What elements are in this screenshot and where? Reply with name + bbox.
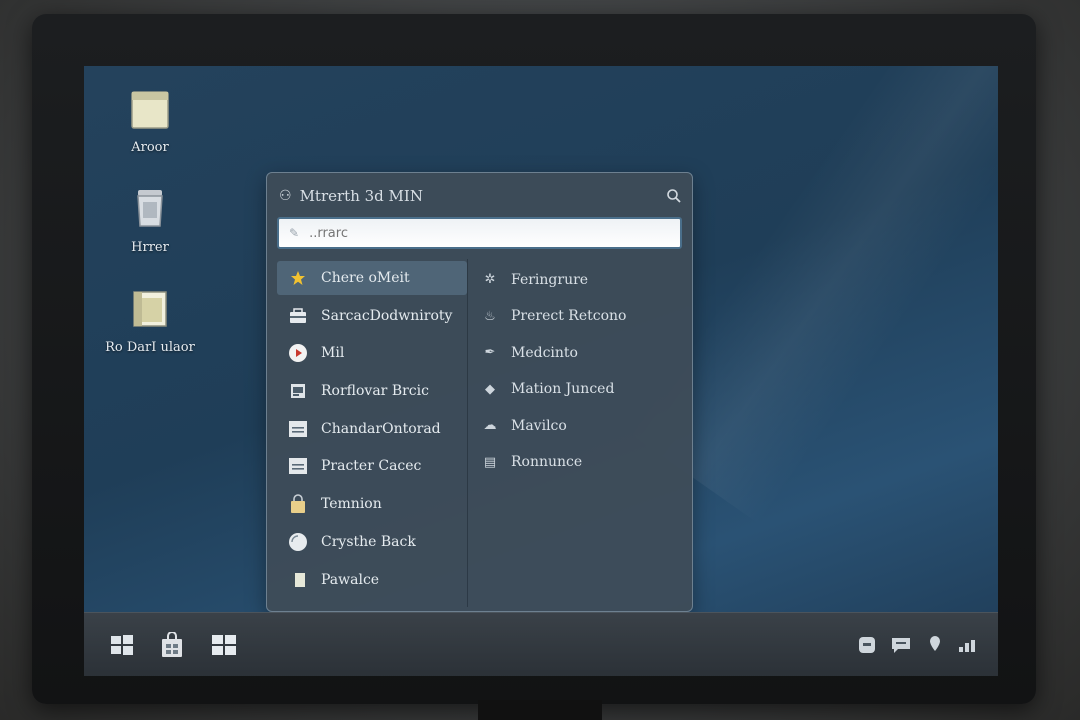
- start-icon[interactable]: [108, 631, 136, 659]
- pen-icon: ✒: [484, 345, 496, 360]
- menu-item-label: Chere oMeit: [321, 270, 410, 286]
- desktop-icon-label: Aroor: [131, 140, 169, 155]
- menu-item[interactable]: Crysthe Back: [277, 525, 467, 559]
- menu-item[interactable]: ▤ Ronnunce: [473, 446, 683, 479]
- search-field[interactable]: ✎: [277, 217, 682, 249]
- menu-item-label: Mavilco: [511, 417, 567, 434]
- panel-title-text: Mtrerth 3d MIN: [299, 187, 423, 205]
- menu-item[interactable]: ✒ Medcinto: [473, 336, 683, 369]
- location-icon[interactable]: [924, 635, 946, 655]
- start-menu-panel: ⚇ Mtrerth 3d MIN ✎ Chere oMeit: [266, 172, 693, 612]
- window-icon: [287, 380, 309, 402]
- menu-item[interactable]: ✲ Feringrure: [473, 263, 683, 296]
- menu-item-label: ChandarOntorad: [321, 420, 441, 437]
- app-logo-icon: ⚇: [279, 188, 292, 204]
- search-icon[interactable]: [666, 188, 682, 204]
- pencil-icon: ✎: [289, 226, 300, 240]
- menu-item[interactable]: ChandarOntorad: [277, 412, 467, 446]
- desktop-icon-label: Ro DarI ulaor: [105, 340, 195, 355]
- menu-item-label: SarcacDodwniroty: [321, 307, 453, 324]
- message-icon[interactable]: [890, 635, 912, 655]
- column-divider: [467, 259, 468, 607]
- menu-item[interactable]: Mil: [277, 336, 467, 370]
- menu-item[interactable]: ◆ Mation Junced: [473, 373, 683, 406]
- menu-item-label: Ronnunce: [511, 454, 583, 470]
- monitor-stand: [478, 700, 602, 720]
- list-icon: [287, 455, 309, 477]
- printer-icon: ▤: [483, 454, 497, 470]
- menu-item-label: Practer Cacec: [321, 458, 422, 475]
- book-icon: [287, 569, 309, 591]
- chat-icon[interactable]: [856, 635, 878, 655]
- menu-item-label: Pawalce: [321, 571, 380, 588]
- toolbox-icon: [287, 305, 309, 327]
- menu-item-label: Temnion: [321, 496, 382, 513]
- panel-title: ⚇ Mtrerth 3d MIN: [279, 185, 423, 207]
- system-tray: [856, 635, 980, 655]
- taskbar: [84, 612, 998, 676]
- menu-item[interactable]: Pawalce: [277, 563, 467, 597]
- search-input[interactable]: [307, 224, 680, 242]
- menu-item[interactable]: Temnion: [277, 487, 467, 521]
- bin-icon: [130, 186, 170, 230]
- globe-icon: [287, 531, 309, 553]
- left-menu-list: Chere oMeit SarcacDodwniroty Mil Rorflov…: [277, 261, 467, 600]
- menu-item[interactable]: ♨ Prerect Retcono: [473, 300, 683, 333]
- list-icon: [287, 418, 309, 440]
- menu-item-label: Medcinto: [511, 344, 578, 361]
- menu-item[interactable]: ☁ Mavilco: [473, 409, 683, 442]
- menu-item-label: Rorflovar Brcic: [321, 383, 429, 400]
- desktop-screen: Aroor Hrrer Ro DarI ulaor ⚇ Mtrerth 3d M…: [84, 66, 998, 676]
- windows-icon[interactable]: [210, 631, 238, 659]
- menu-item-label: Mation Junced: [511, 381, 615, 397]
- star-icon: [287, 267, 309, 289]
- network-icon[interactable]: [958, 635, 980, 655]
- menu-item-label: Prerect Retcono: [511, 308, 627, 324]
- menu-item[interactable]: Chere oMeit: [277, 261, 467, 295]
- menu-item-label: Feringrure: [511, 271, 589, 288]
- desktop-icon-bin[interactable]: Hrrer: [95, 186, 205, 255]
- cube-icon: ◆: [485, 381, 495, 397]
- desktop-icon-document[interactable]: Ro DarI ulaor: [95, 286, 205, 355]
- flame-icon: ♨: [484, 308, 496, 324]
- menu-item[interactable]: SarcacDodwniroty: [277, 299, 467, 333]
- play-icon: [287, 342, 309, 364]
- menu-item-label: Mil: [321, 345, 345, 362]
- gear-icon: ✲: [484, 272, 496, 287]
- lock-icon: [287, 493, 309, 515]
- folder-icon: [130, 86, 170, 130]
- menu-item[interactable]: Practer Cacec: [277, 449, 467, 483]
- cloud-icon: ☁: [483, 418, 497, 433]
- menu-item-label: Crysthe Back: [321, 533, 416, 550]
- desktop-icon-folder[interactable]: Aroor: [95, 86, 205, 155]
- right-menu-list: ✲ Feringrure ♨ Prerect Retcono ✒ Medcint…: [473, 263, 683, 482]
- desktop-icon-label: Hrrer: [131, 240, 169, 255]
- menu-item[interactable]: Rorflovar Brcic: [277, 374, 467, 408]
- document-icon: [130, 286, 170, 330]
- store-icon[interactable]: [158, 631, 186, 659]
